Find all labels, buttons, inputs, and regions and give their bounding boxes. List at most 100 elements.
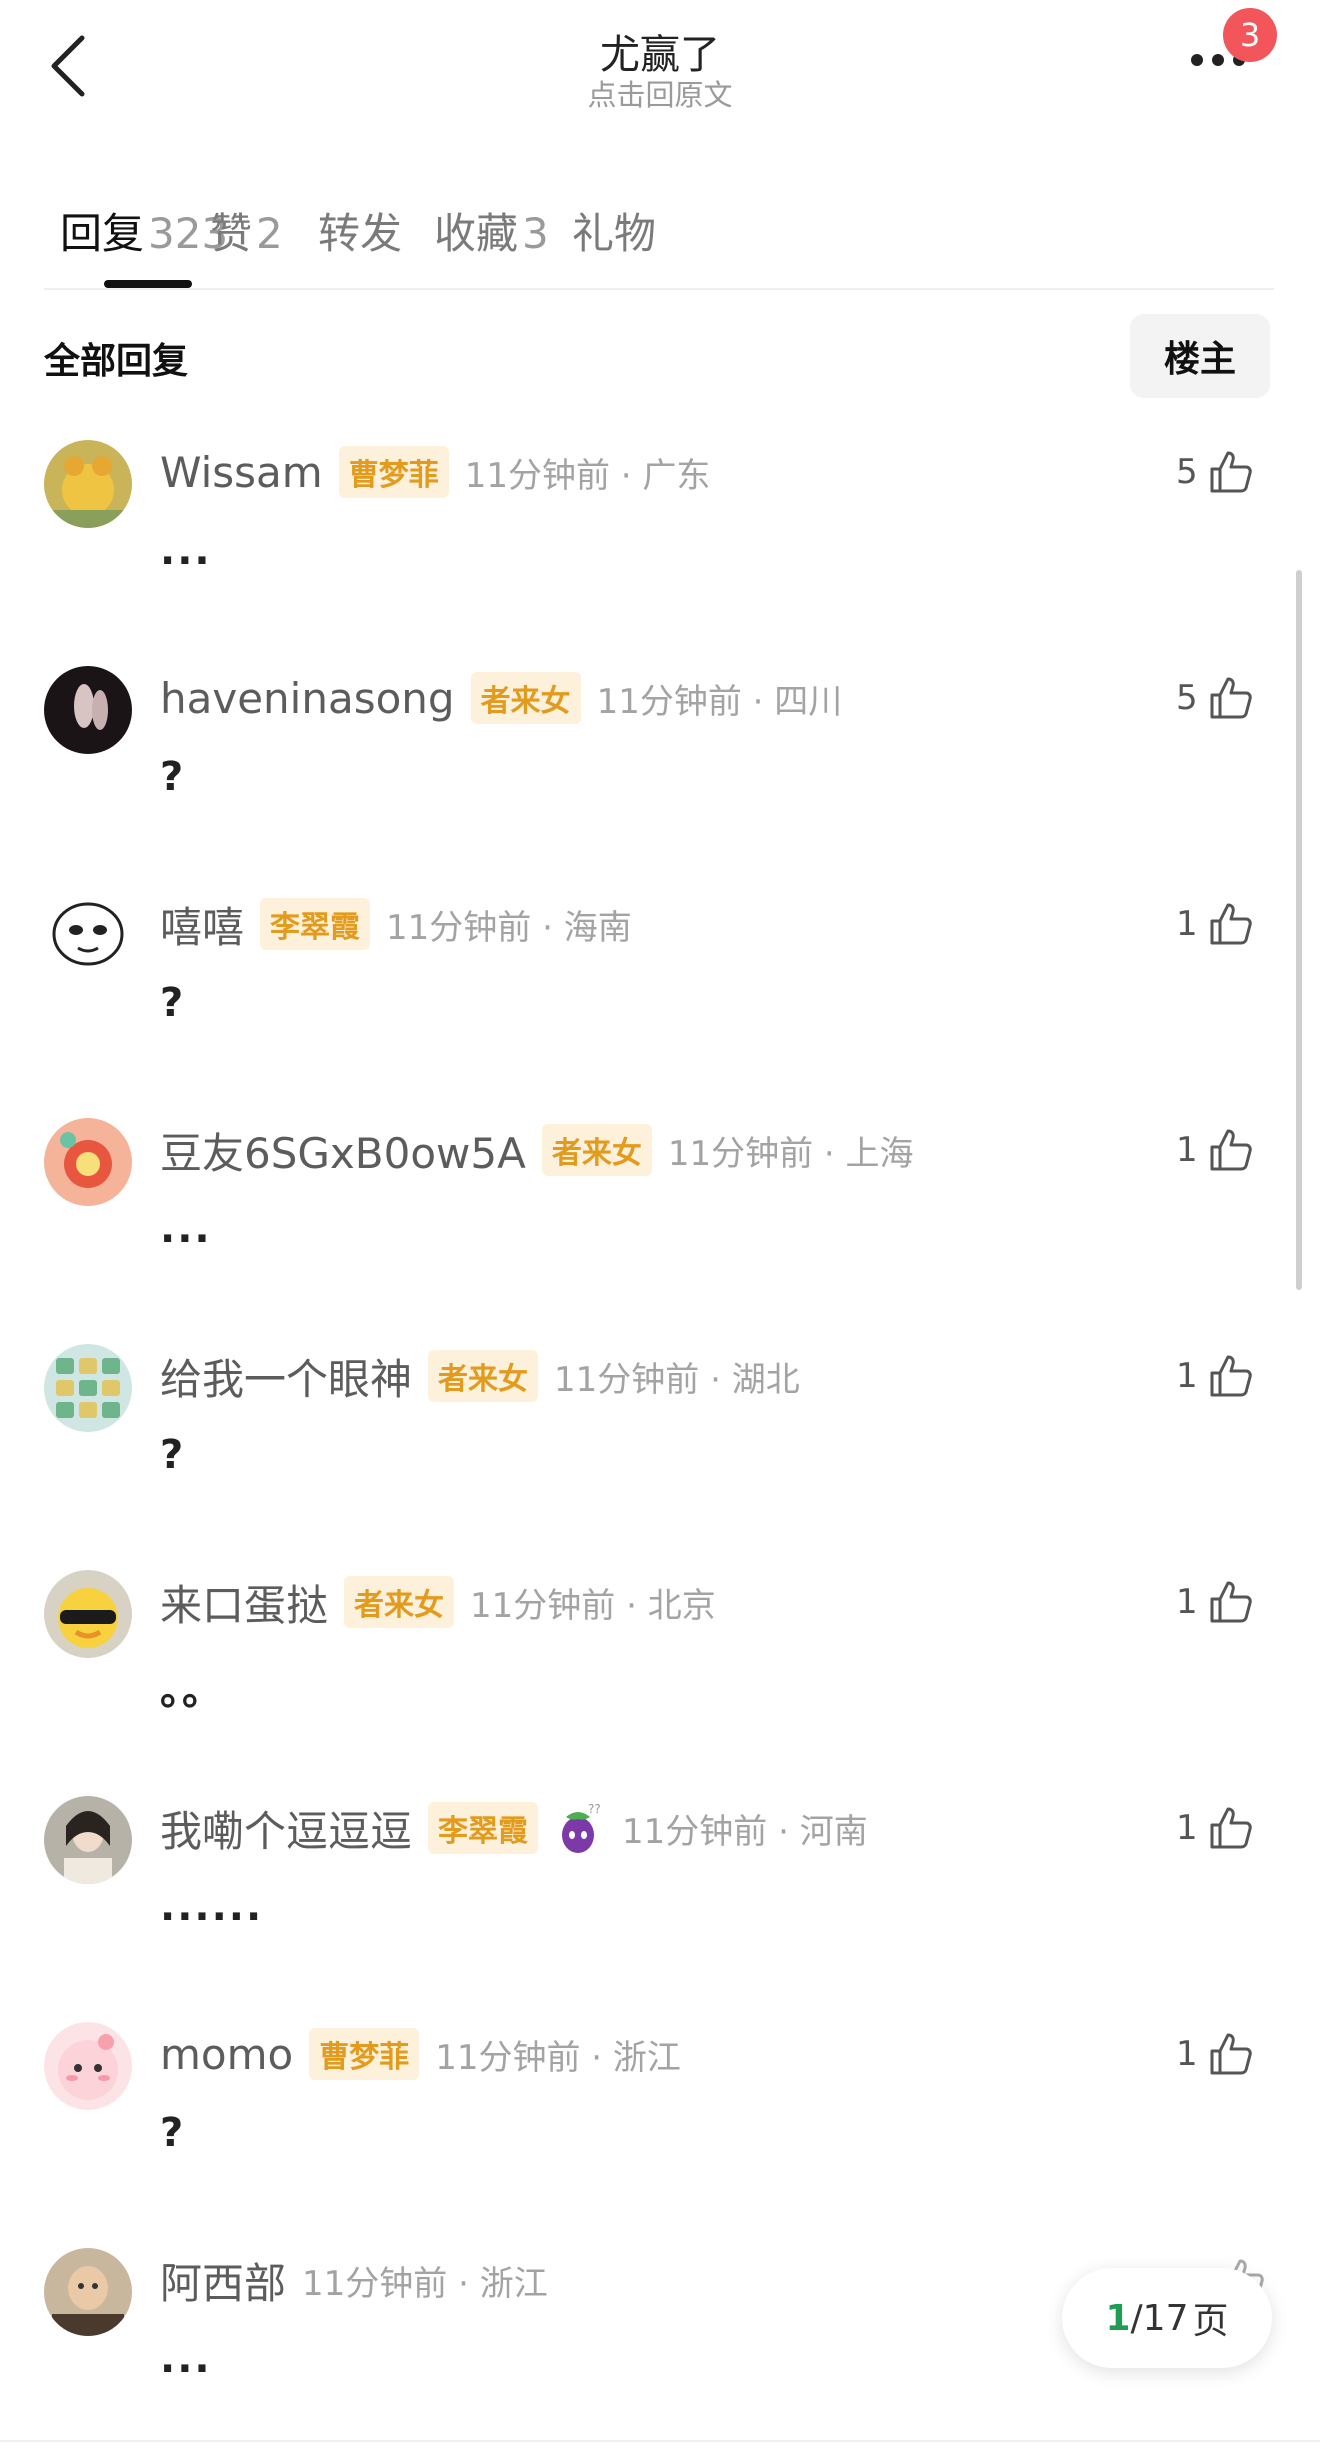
username[interactable]: 来口蛋挞 xyxy=(160,1572,328,1633)
active-tab-indicator xyxy=(104,280,192,288)
current-page: 1 xyxy=(1105,2297,1131,2339)
list-item: 来口蛋挞 者来女 11分钟前 · 北京 。。 1 xyxy=(0,1560,1320,1786)
back-to-post-link[interactable]: 点击回原文 xyxy=(0,72,1320,114)
avatar[interactable] xyxy=(44,440,132,528)
meta-line: 给我一个眼神 者来女 11分钟前 · 湖北 xyxy=(160,1346,800,1406)
location: 海南 xyxy=(563,907,632,948)
location: 四川 xyxy=(774,681,843,722)
user-tag: 者来女 xyxy=(428,1350,539,1402)
reply-text[interactable]: 。。 xyxy=(160,1658,224,1716)
meta-line: momo 曹梦菲 11分钟前 · 浙江 xyxy=(160,2024,681,2084)
username[interactable]: 给我一个眼神 xyxy=(160,1346,412,1407)
user-tag: 曹梦菲 xyxy=(309,2028,420,2080)
timestamp-location: 11分钟前 · 广东 xyxy=(464,455,711,496)
like-button[interactable]: 1 xyxy=(1176,1798,1254,1858)
avatar[interactable] xyxy=(44,892,132,980)
username[interactable]: 豆友6SGxB0ow5A xyxy=(160,1120,526,1181)
total-pages: /17 xyxy=(1130,2297,1189,2339)
like-count: 5 xyxy=(1176,678,1198,718)
like-button[interactable]: 5 xyxy=(1176,668,1254,728)
tab-label: 赞 xyxy=(210,209,253,258)
tab-label: 收藏 xyxy=(434,209,519,258)
timestamp: 11分钟前 xyxy=(554,1359,700,1400)
divider xyxy=(0,2440,1320,2442)
timestamp-location: 11分钟前 · 四川 xyxy=(596,681,843,722)
timestamp-location: 11分钟前 · 浙江 xyxy=(435,2037,681,2078)
timestamp-location: 11分钟前 · 浙江 xyxy=(302,2263,548,2304)
username[interactable]: 我嘞个逗逗逗 xyxy=(160,1798,412,1859)
like-button[interactable]: 1 xyxy=(1176,1120,1254,1180)
list-item: 我嘞个逗逗逗 李翠霞 ?? 11分钟前 · 河南 ...... 1 xyxy=(0,1786,1320,2012)
tab-reposts[interactable]: 转发 xyxy=(318,200,402,261)
avatar[interactable] xyxy=(44,666,132,754)
thumbs-up-icon xyxy=(1210,1129,1252,1171)
reply-text[interactable]: ... xyxy=(160,1206,212,1252)
reply-text[interactable]: ... xyxy=(160,528,212,574)
username[interactable]: Wissam xyxy=(160,448,323,497)
tab-replies[interactable]: 回复323 xyxy=(60,200,228,261)
location: 浙江 xyxy=(479,2263,548,2304)
list-item: 嘻嘻 李翠霞 11分钟前 · 海南 ? 1 xyxy=(0,882,1320,1108)
like-button[interactable]: 1 xyxy=(1176,2024,1254,2084)
top-bar: 尤赢了 点击回原文 3 xyxy=(0,0,1320,150)
location: 湖北 xyxy=(731,1359,800,1400)
scrollbar[interactable] xyxy=(1296,570,1302,1290)
like-button[interactable]: 1 xyxy=(1176,1572,1254,1632)
list-item: haveninasong 者来女 11分钟前 · 四川 ? 5 xyxy=(0,656,1320,882)
like-button[interactable]: 5 xyxy=(1176,442,1254,502)
thumbs-up-icon xyxy=(1210,1807,1252,1849)
avatar[interactable] xyxy=(44,1796,132,1884)
like-count: 1 xyxy=(1176,1582,1198,1622)
svg-text:??: ?? xyxy=(588,1802,601,1816)
like-count: 5 xyxy=(1176,452,1198,492)
timestamp: 11分钟前 xyxy=(596,681,742,722)
reply-text[interactable]: ? xyxy=(160,754,185,800)
location: 浙江 xyxy=(612,2037,681,2078)
username[interactable]: 阿西部 xyxy=(160,2250,286,2311)
timestamp: 11分钟前 xyxy=(470,1585,616,1626)
user-tag: 李翠霞 xyxy=(260,898,371,950)
meta-line: 来口蛋挞 者来女 11分钟前 · 北京 xyxy=(160,1572,716,1632)
timestamp-location: 11分钟前 · 河南 xyxy=(622,1811,868,1852)
user-tag: 者来女 xyxy=(541,1124,652,1176)
page-indicator[interactable]: 1/17 页 xyxy=(1062,2268,1272,2368)
tab-gifts[interactable]: 礼物 xyxy=(572,200,656,261)
thumbs-up-icon xyxy=(1210,903,1252,945)
meta-line: 嘻嘻 李翠霞 11分钟前 · 海南 xyxy=(160,894,632,954)
user-tag: 者来女 xyxy=(344,1576,455,1628)
like-count: 1 xyxy=(1176,904,1198,944)
avatar[interactable] xyxy=(44,2248,132,2336)
tab-label: 回复 xyxy=(60,209,145,258)
tab-count: 2 xyxy=(256,209,283,258)
avatar[interactable] xyxy=(44,1344,132,1432)
timestamp-location: 11分钟前 · 北京 xyxy=(470,1585,716,1626)
username[interactable]: haveninasong xyxy=(160,674,455,723)
username[interactable]: momo xyxy=(160,2030,293,2079)
like-button[interactable]: 1 xyxy=(1176,894,1254,954)
timestamp: 11分钟前 xyxy=(464,455,610,496)
notification-badge: 3 xyxy=(1223,8,1277,62)
timestamp: 11分钟前 xyxy=(667,1133,814,1174)
tab-label: 礼物 xyxy=(572,209,657,258)
tab-favorites[interactable]: 收藏3 xyxy=(434,200,549,261)
timestamp: 11分钟前 xyxy=(435,2037,581,2078)
author-only-filter-button[interactable]: 楼主 xyxy=(1130,314,1270,398)
avatar[interactable] xyxy=(44,1570,132,1658)
username[interactable]: 嘻嘻 xyxy=(160,894,244,955)
thumbs-up-icon xyxy=(1210,451,1252,493)
reply-text[interactable]: ... xyxy=(160,2336,212,2382)
tab-likes[interactable]: 赞2 xyxy=(210,200,283,261)
page-unit: 页 xyxy=(1192,2301,1229,2342)
reply-text[interactable]: ? xyxy=(160,1432,185,1478)
list-item: Wissam 曹梦菲 11分钟前 · 广东 ... 5 xyxy=(0,430,1320,656)
avatar[interactable] xyxy=(44,2022,132,2110)
like-button[interactable]: 1 xyxy=(1176,1346,1254,1406)
reply-text[interactable]: ...... xyxy=(160,1884,263,1930)
reply-text[interactable]: ? xyxy=(160,980,185,1026)
reply-text[interactable]: ? xyxy=(160,2110,185,2156)
list-item: 给我一个眼神 者来女 11分钟前 · 湖北 ? 1 xyxy=(0,1334,1320,1560)
tab-label: 转发 xyxy=(318,209,403,258)
more-dot xyxy=(1212,54,1224,66)
avatar[interactable] xyxy=(44,1118,132,1206)
meta-line: haveninasong 者来女 11分钟前 · 四川 xyxy=(160,668,842,728)
